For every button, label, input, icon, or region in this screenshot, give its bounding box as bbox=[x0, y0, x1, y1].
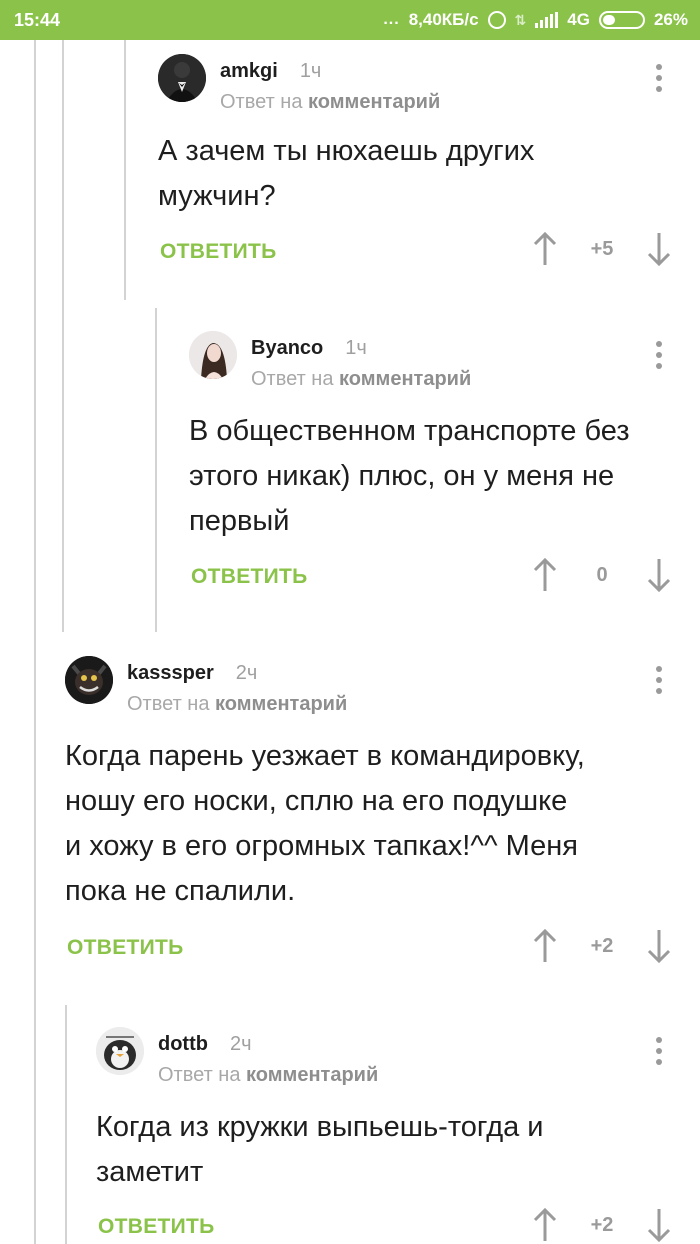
vote-controls: +2 bbox=[533, 929, 671, 963]
thread-line bbox=[34, 40, 36, 632]
reply-to-line: Ответ на комментарий bbox=[251, 368, 472, 390]
reply-button[interactable]: ОТВЕТИТЬ bbox=[160, 240, 277, 264]
vote-controls: 0 bbox=[533, 558, 671, 592]
comment: Byanco 1ч Ответ на комментарий В обществе… bbox=[189, 331, 700, 611]
comment: kasssper 2ч Ответ на комментарий Когда па… bbox=[65, 656, 700, 976]
more-options-icon[interactable] bbox=[655, 1037, 663, 1067]
upvote-arrow-icon[interactable] bbox=[533, 558, 557, 592]
upvote-arrow-icon[interactable] bbox=[533, 929, 557, 963]
data-transfer-icon: ⇅ bbox=[514, 11, 527, 28]
downvote-arrow-icon[interactable] bbox=[647, 929, 671, 963]
avatar[interactable] bbox=[158, 54, 206, 102]
thread-line bbox=[34, 632, 36, 1244]
reply-button[interactable]: ОТВЕТИТЬ bbox=[98, 1215, 215, 1239]
comment-score: 0 bbox=[596, 563, 608, 586]
author-name[interactable]: dottb 2ч bbox=[158, 1033, 252, 1056]
comment-time: 2ч bbox=[235, 662, 258, 684]
thread-line bbox=[62, 40, 64, 632]
notification-dots-icon: ... bbox=[383, 11, 400, 28]
upvote-arrow-icon[interactable] bbox=[533, 232, 557, 266]
upvote-arrow-icon[interactable] bbox=[533, 1208, 557, 1242]
reply-to-line: Ответ на комментарий bbox=[127, 693, 348, 715]
downvote-arrow-icon[interactable] bbox=[647, 558, 671, 592]
downvote-arrow-icon[interactable] bbox=[647, 232, 671, 266]
author-name[interactable]: kasssper 2ч bbox=[127, 662, 257, 685]
status-time: 15:44 bbox=[14, 10, 61, 30]
comment-score: +2 bbox=[590, 1213, 614, 1236]
alarm-icon bbox=[487, 11, 506, 29]
more-options-icon[interactable] bbox=[655, 64, 663, 94]
comment-text: А зачем ты нюхаешь других мужчин? bbox=[158, 135, 535, 212]
comment-text: Когда из кружки выпьешь-тогда и заметит bbox=[96, 1111, 544, 1188]
network-speed: 8,40КБ/с bbox=[408, 10, 479, 29]
network-type: 4G bbox=[567, 10, 590, 29]
more-options-icon[interactable] bbox=[655, 666, 663, 696]
more-options-icon[interactable] bbox=[655, 341, 663, 371]
thread-line bbox=[124, 40, 126, 300]
reply-to-link[interactable]: комментарий bbox=[339, 368, 471, 390]
comment: amkgi 1ч Ответ на комментарий А зачем ты … bbox=[158, 54, 700, 284]
comment-time: 1ч bbox=[299, 60, 322, 82]
reply-to-link[interactable]: комментарий bbox=[308, 91, 440, 113]
vote-controls: +5 bbox=[533, 232, 671, 266]
vote-controls: +2 bbox=[533, 1208, 671, 1242]
battery-percent: 26% bbox=[653, 10, 688, 29]
reply-button[interactable]: ОТВЕТИТЬ bbox=[67, 936, 184, 960]
status-icons: ... 8,40КБ/с ⇅ 4G 26% bbox=[383, 10, 688, 30]
downvote-arrow-icon[interactable] bbox=[647, 1208, 671, 1242]
avatar[interactable] bbox=[189, 331, 237, 379]
comment-text: Когда парень уезжает в командировку, нош… bbox=[65, 740, 585, 907]
author-name[interactable]: amkgi 1ч bbox=[220, 60, 321, 83]
avatar[interactable] bbox=[96, 1027, 144, 1075]
comment: dottb 2ч Ответ на комментарий Когда из кр… bbox=[96, 1027, 700, 1244]
thread-line bbox=[65, 1005, 67, 1244]
status-bar: 15:44 ... 8,40КБ/с ⇅ 4G 26% bbox=[0, 0, 700, 40]
battery-icon bbox=[598, 11, 645, 29]
thread-line bbox=[155, 308, 157, 632]
comment-score: +5 bbox=[590, 237, 614, 260]
reply-to-line: Ответ на комментарий bbox=[220, 91, 441, 113]
comment-text: В общественном транспорте без этого ника… bbox=[189, 415, 630, 537]
author-name[interactable]: Byanco 1ч bbox=[251, 337, 367, 360]
comment-time: 2ч bbox=[229, 1033, 252, 1055]
reply-button[interactable]: ОТВЕТИТЬ bbox=[191, 565, 308, 589]
reply-to-line: Ответ на комментарий bbox=[158, 1064, 379, 1086]
avatar[interactable] bbox=[65, 656, 113, 704]
reply-to-link[interactable]: комментарий bbox=[215, 693, 347, 715]
comment-time: 1ч bbox=[345, 337, 367, 359]
reply-to-link[interactable]: комментарий bbox=[246, 1064, 378, 1086]
comment-score: +2 bbox=[590, 934, 614, 957]
signal-icon bbox=[535, 12, 559, 28]
